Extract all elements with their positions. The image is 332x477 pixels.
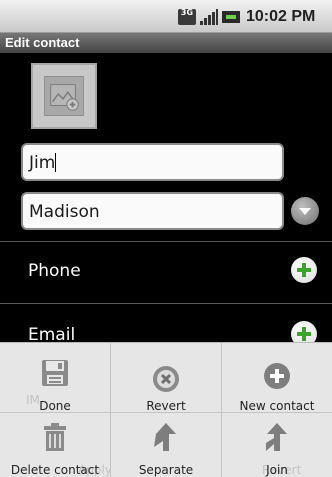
menu-label-revert: Revert xyxy=(146,399,186,413)
menu-label-join: Join xyxy=(266,463,288,477)
menu-item-join[interactable]: Join xyxy=(222,413,332,477)
revert-icon xyxy=(153,366,179,392)
page-title: Edit contact xyxy=(5,35,80,50)
add-phone-button[interactable] xyxy=(291,257,317,283)
menu-item-done[interactable]: Done xyxy=(0,343,110,413)
3g-icon: 3G xyxy=(178,9,196,25)
title-bar: Edit contact xyxy=(0,33,332,53)
network-type: 3G xyxy=(180,8,194,17)
contact-photo-button[interactable] xyxy=(31,63,97,129)
menu-item-delete-contact[interactable]: Delete contact xyxy=(0,413,110,477)
chevron-down-icon xyxy=(299,208,311,215)
menu-label-separate: Separate xyxy=(138,463,194,477)
first-name-value: Jim xyxy=(29,153,56,173)
options-menu: IM Apply Revert Done Revert New contact … xyxy=(0,342,332,477)
contact-photo-placeholder-icon xyxy=(44,76,84,116)
menu-item-revert[interactable]: Revert xyxy=(111,343,221,413)
phone-section: Phone xyxy=(0,242,332,306)
battery-icon xyxy=(222,11,240,23)
add-contact-icon xyxy=(264,363,290,389)
expand-name-button[interactable] xyxy=(291,197,319,225)
last-name-value: Madison xyxy=(29,202,100,222)
last-name-field[interactable]: Madison xyxy=(21,192,284,230)
text-cursor xyxy=(55,153,57,172)
save-icon xyxy=(42,360,68,386)
join-arrow-icon xyxy=(266,423,287,451)
status-time: 10:02 PM xyxy=(246,8,316,25)
status-bar: 3G 10:02 PM xyxy=(0,0,332,33)
signal-icon xyxy=(200,9,218,25)
menu-item-separate[interactable]: Separate xyxy=(111,413,221,477)
menu-label-done: Done xyxy=(39,399,71,413)
menu-label-delete-contact: Delete contact xyxy=(10,463,100,477)
phone-label: Phone xyxy=(28,261,81,281)
split-arrow-icon xyxy=(154,423,176,451)
trash-icon xyxy=(44,423,66,451)
menu-label-new-contact: New contact xyxy=(239,399,315,413)
first-name-field[interactable]: Jim xyxy=(21,143,284,181)
menu-item-new-contact[interactable]: New contact xyxy=(222,343,332,413)
